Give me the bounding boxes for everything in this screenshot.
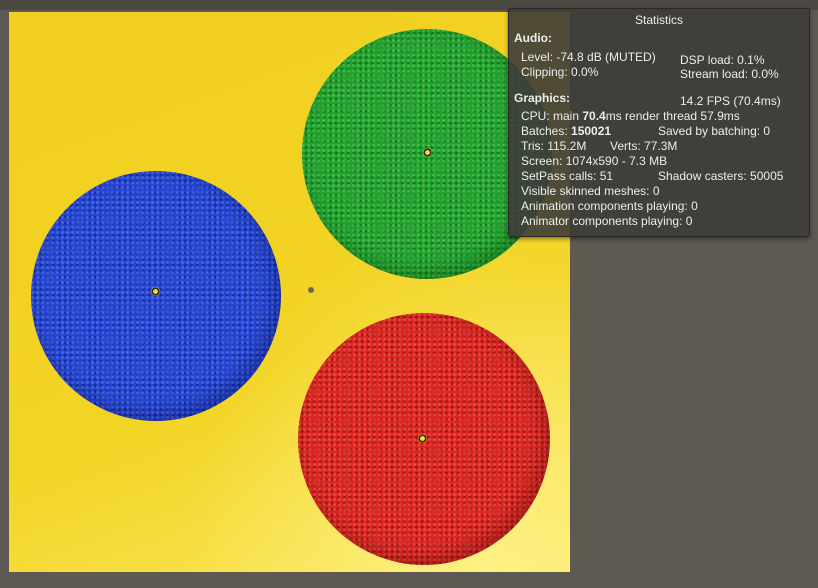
dsp-load: DSP load: 0.1% bbox=[680, 53, 765, 67]
cpu-prefix: CPU: main bbox=[521, 109, 583, 123]
saved-by-batching: Saved by batching: 0 bbox=[658, 124, 771, 138]
stray-agent bbox=[308, 287, 314, 293]
fps-readout: 14.2 FPS (70.4ms) bbox=[680, 94, 781, 108]
shadow-casters: Shadow casters: 50005 bbox=[658, 169, 784, 183]
red-swarm-core bbox=[418, 434, 427, 443]
screen-stat: Screen: 1074x590 - 7.3 MB bbox=[521, 154, 668, 168]
batches-prefix: Batches: bbox=[521, 124, 572, 138]
animator-components: Animator components playing: 0 bbox=[521, 214, 693, 228]
skinned-meshes: Visible skinned meshes: 0 bbox=[521, 184, 660, 198]
game-view[interactable] bbox=[9, 12, 570, 572]
stream-load: Stream load: 0.0% bbox=[680, 67, 779, 81]
editor-bottom-strip bbox=[0, 572, 818, 588]
cpu-stats: CPU: main 70.4ms render thread 57.9ms bbox=[521, 109, 740, 123]
audio-level: Level: -74.8 dB (MUTED) bbox=[521, 50, 656, 64]
cpu-suffix: ms render thread 57.9ms bbox=[605, 109, 740, 123]
verts-stat: Verts: 77.3M bbox=[610, 139, 678, 153]
graphics-header: Graphics: bbox=[514, 91, 571, 105]
audio-clipping: Clipping: 0.0% bbox=[521, 65, 599, 79]
editor-frame: Statistics Audio: Level: -74.8 dB (MUTED… bbox=[0, 0, 818, 588]
green-swarm-core bbox=[423, 148, 432, 157]
animation-components: Animation components playing: 0 bbox=[521, 199, 698, 213]
blue-swarm-core bbox=[151, 287, 160, 296]
statistics-title: Statistics bbox=[634, 13, 683, 27]
blue-swarm bbox=[31, 171, 281, 421]
statistics-panel: Statistics Audio: Level: -74.8 dB (MUTED… bbox=[508, 8, 810, 237]
cpu-main-value: 70.4 bbox=[582, 109, 606, 123]
tris-stat: Tris: 115.2M bbox=[521, 139, 587, 153]
batches-stat: Batches: 150021 bbox=[521, 124, 611, 138]
audio-header: Audio: bbox=[514, 31, 552, 45]
batches-value: 150021 bbox=[571, 124, 612, 138]
setpass-calls: SetPass calls: 51 bbox=[521, 169, 614, 183]
